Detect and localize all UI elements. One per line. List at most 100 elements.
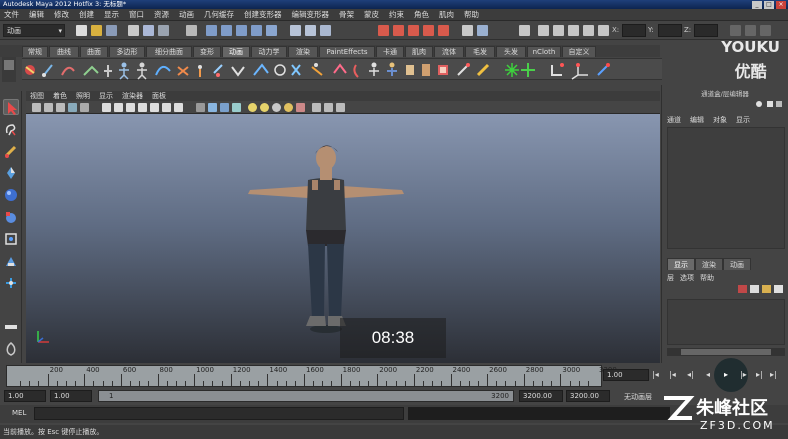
sculpt-icon[interactable] [274, 64, 286, 76]
save-scene-icon[interactable] [106, 25, 117, 36]
mask-icon[interactable] [186, 25, 197, 36]
shelf-tab-custom[interactable]: 自定义 [562, 46, 596, 57]
keyframe-tangent-icon[interactable] [597, 63, 610, 76]
toggle-attribute-editor-icon[interactable] [730, 25, 741, 36]
mel-label[interactable]: MEL [12, 409, 26, 417]
shelf-tab-hair[interactable]: 头发 [496, 46, 526, 57]
time-slider[interactable]: 200 400 600 800 1000 1200 1400 1600 1800 2000 2200… [6, 365, 617, 387]
shelf-tab-dynamics[interactable]: 动力学 [251, 46, 287, 57]
render-view-icon[interactable] [378, 25, 389, 36]
xray-icon[interactable] [324, 103, 333, 112]
make-live-icon[interactable] [266, 25, 277, 36]
snap-curve-icon[interactable] [221, 25, 232, 36]
history-icon[interactable] [290, 25, 301, 36]
viewport-menu-lighting[interactable]: 照明 [72, 91, 95, 101]
shelf-options-icon[interactable] [4, 60, 14, 70]
geometry-constraint-icon[interactable] [406, 65, 414, 75]
menu-help[interactable]: 帮助 [460, 9, 485, 21]
quick-rename-icon[interactable] [568, 25, 579, 36]
lattice-icon[interactable] [213, 64, 223, 77]
layer-tab-display[interactable]: 显示 [667, 258, 695, 270]
viewport-menu-shading[interactable]: 着色 [49, 91, 72, 101]
motion-blur-icon[interactable] [284, 103, 293, 112]
camera-select-icon[interactable] [32, 103, 41, 112]
outliner-layout-icon[interactable] [3, 341, 19, 357]
safe-action-icon[interactable] [162, 103, 171, 112]
blend-shape-icon[interactable] [177, 66, 189, 76]
isolate-select-icon[interactable] [312, 103, 321, 112]
rotate-tool-icon[interactable] [3, 187, 19, 203]
wire-icon[interactable] [231, 66, 245, 77]
shelf-tab-fluids[interactable]: 流体 [434, 46, 464, 57]
axis-icon[interactable] [571, 63, 588, 80]
show-manipulator-icon[interactable] [3, 275, 19, 291]
channel-box-menu-edit[interactable]: 编辑 [690, 116, 704, 124]
channel-box-split-icon[interactable] [776, 101, 782, 107]
orient-constraint-icon[interactable] [353, 64, 359, 78]
shelf-tab-fur[interactable]: 毛发 [465, 46, 495, 57]
point-constraint-icon[interactable] [311, 63, 323, 76]
joint-tool-icon[interactable] [83, 65, 99, 76]
animation-start-field[interactable]: 1.00 [4, 390, 46, 402]
set-key-icon[interactable] [25, 65, 35, 75]
input-ops-icon[interactable] [305, 25, 316, 36]
wireframe-icon[interactable] [196, 103, 205, 112]
menu-skin[interactable]: 蒙皮 [360, 9, 385, 21]
viewport-menu-view[interactable]: 视图 [26, 91, 49, 101]
particle-emit-icon[interactable] [521, 63, 535, 77]
menu-set-dropdown[interactable]: 动画 [3, 24, 65, 37]
step-forward-frame-icon[interactable]: ▸| [756, 370, 763, 379]
skin-bind-icon[interactable] [104, 65, 112, 77]
paint-select-icon[interactable] [3, 143, 19, 159]
animation-end-field[interactable]: 3200.00 [566, 390, 610, 402]
resolution-gate-icon[interactable] [126, 103, 135, 112]
shelf-tab-polygons[interactable]: 多边形 [109, 46, 145, 57]
channel-box-menu-channels[interactable]: 通道 [667, 116, 681, 124]
textured-icon[interactable] [232, 103, 241, 112]
select-tool-icon[interactable] [3, 99, 19, 115]
channel-box-menu-show[interactable]: 显示 [736, 116, 750, 124]
character-model[interactable] [246, 136, 406, 336]
x-field[interactable] [622, 24, 646, 37]
menu-window[interactable]: 窗口 [125, 9, 150, 21]
menu-modify[interactable]: 修改 [50, 9, 75, 21]
layer-menu-help[interactable]: 帮助 [700, 274, 714, 282]
image-plane-icon[interactable] [68, 103, 77, 112]
normal-constraint-icon[interactable] [422, 64, 430, 76]
layer-move-icon[interactable] [762, 285, 771, 293]
select-component-icon[interactable] [158, 25, 169, 36]
safe-title-icon[interactable] [174, 103, 183, 112]
render-current-icon[interactable] [393, 25, 404, 36]
shelf-tab-paint-effects[interactable]: PaintEffects [319, 46, 375, 57]
shelf-tab-ncloth[interactable]: nCloth [527, 46, 561, 57]
menu-file[interactable]: 文件 [0, 9, 25, 21]
menu-muscle[interactable]: 肌肉 [435, 9, 460, 21]
menu-create-deformers[interactable]: 创建变形器 [240, 9, 288, 21]
select-object-icon[interactable] [143, 25, 154, 36]
layer-tab-render[interactable]: 渲染 [695, 258, 723, 270]
channel-box-layer-mode-icon[interactable] [767, 101, 773, 107]
layer-menu-options[interactable]: 选项 [680, 274, 694, 282]
move-tool-icon[interactable] [3, 165, 19, 181]
2d-pan-zoom-icon[interactable] [80, 103, 89, 112]
tangent-constraint-icon[interactable] [438, 65, 448, 75]
maximize-button[interactable]: □ [764, 1, 774, 9]
toggle-tool-settings-icon[interactable] [760, 25, 771, 36]
motion-path-icon[interactable] [155, 65, 171, 76]
soft-modification-icon[interactable] [3, 253, 19, 269]
transform-mode-icon[interactable] [519, 25, 530, 36]
layer-tab-anim[interactable]: 动画 [723, 258, 751, 270]
spline-ik-icon[interactable] [61, 66, 75, 76]
shelf-tab-deformation[interactable]: 变形 [193, 46, 221, 57]
field-chart-icon[interactable] [150, 103, 159, 112]
menu-edit[interactable]: 编辑 [25, 9, 50, 21]
channel-list[interactable] [667, 127, 785, 249]
menu-skeleton[interactable]: 骨架 [335, 9, 360, 21]
ipr-render-icon[interactable] [408, 25, 419, 36]
universal-manipulator-icon[interactable] [3, 231, 19, 247]
bookmark-icon[interactable] [56, 103, 65, 112]
film-gate-icon[interactable] [114, 103, 123, 112]
lasso-tool-icon[interactable] [3, 121, 19, 137]
cluster-icon[interactable] [198, 65, 202, 77]
wrinkle-icon[interactable] [253, 63, 269, 76]
